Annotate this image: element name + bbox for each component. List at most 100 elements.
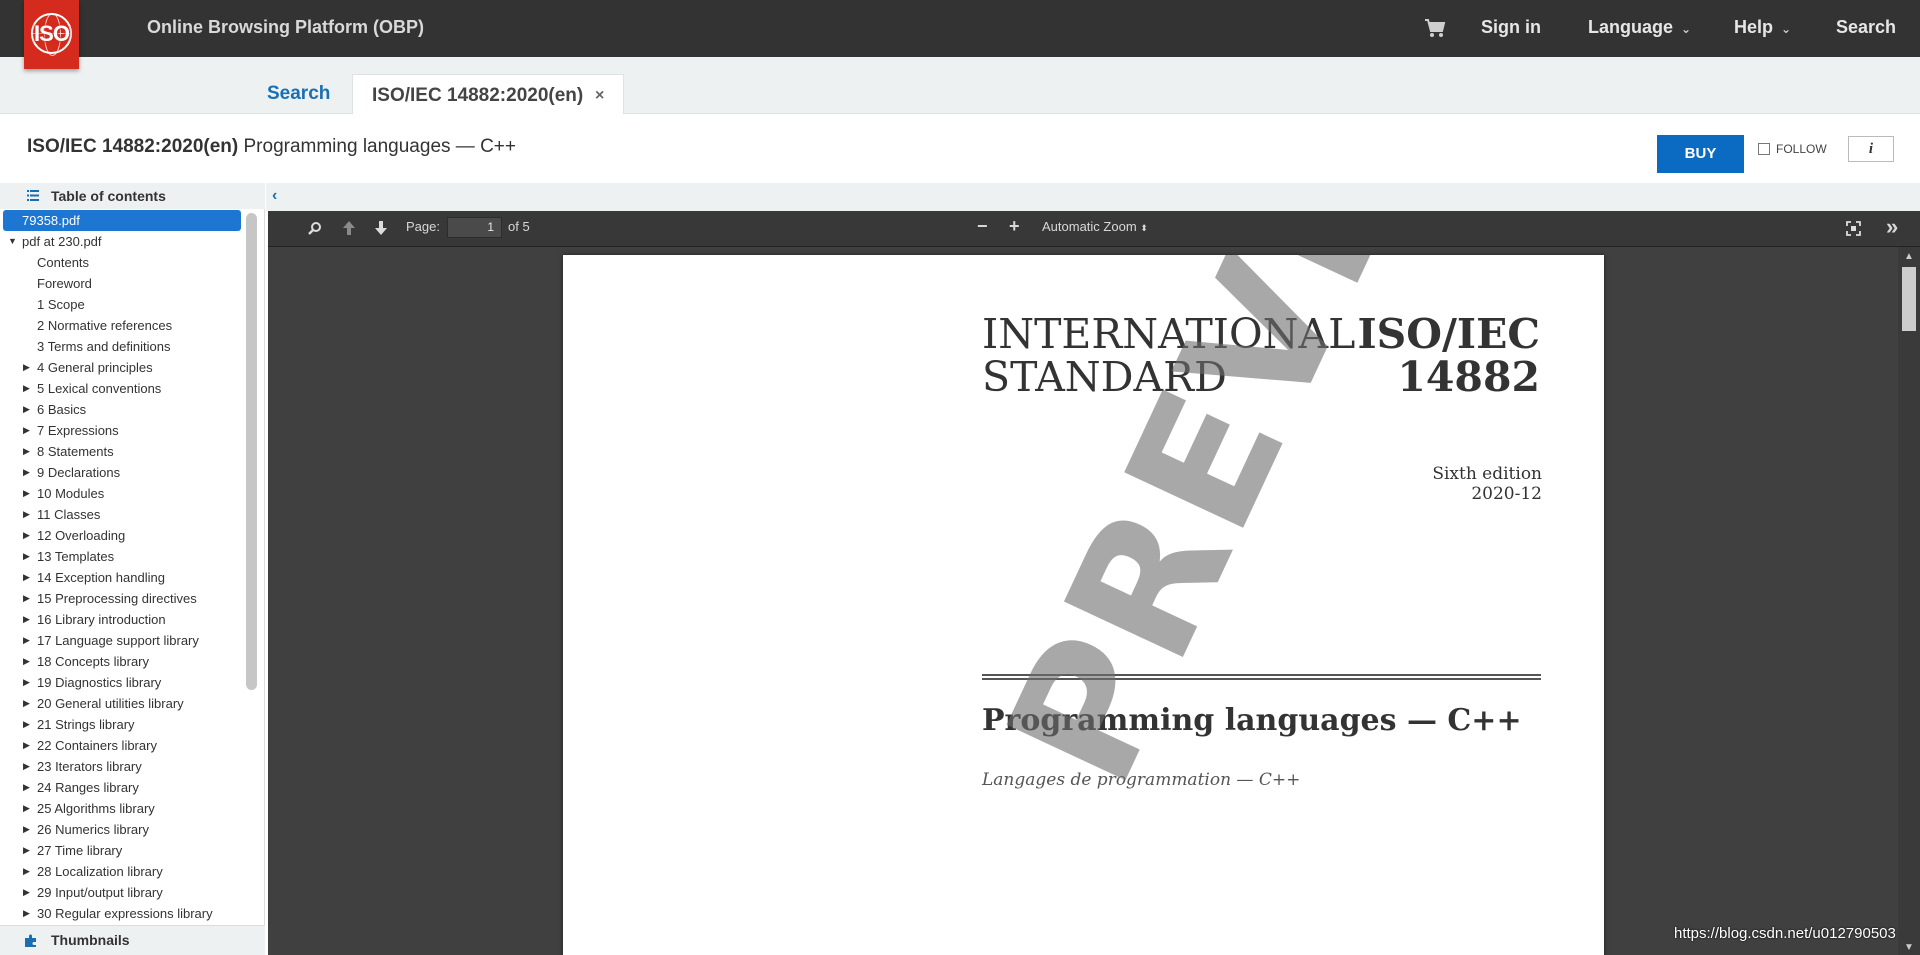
- toc-item[interactable]: ▶ 14 Exception handling: [0, 567, 245, 588]
- toc-item[interactable]: ▼ pdf at 230.pdf: [0, 231, 245, 252]
- thumbnails-panel-header[interactable]: Thumbnails: [0, 925, 265, 955]
- toc-item[interactable]: ▶ 12 Overloading: [0, 525, 245, 546]
- toc-item-label: 25 Algorithms library: [37, 801, 155, 816]
- caret-right-icon[interactable]: ▶: [23, 672, 30, 693]
- cart-icon[interactable]: [1424, 18, 1446, 38]
- toc-item[interactable]: ▶ 15 Preprocessing directives: [0, 588, 245, 609]
- toc-item[interactable]: ▶ 8 Statements: [0, 441, 245, 462]
- app-title[interactable]: Online Browsing Platform (OBP): [147, 17, 424, 38]
- iso-logo[interactable]: ISO: [24, 0, 79, 69]
- caret-right-icon[interactable]: ▶: [23, 420, 30, 441]
- toc-item[interactable]: 3 Terms and definitions: [0, 336, 245, 357]
- caret-right-icon[interactable]: ▶: [23, 483, 30, 504]
- caret-right-icon[interactable]: ▶: [23, 546, 30, 567]
- previous-page-icon[interactable]: [342, 220, 356, 236]
- tab-document[interactable]: ISO/IEC 14882:2020(en) ×: [352, 74, 624, 114]
- toc-item[interactable]: ▶ 18 Concepts library: [0, 651, 245, 672]
- caret-right-icon[interactable]: ▶: [23, 609, 30, 630]
- zoom-in-button[interactable]: +: [1009, 216, 1020, 237]
- toc-item[interactable]: ▶ 9 Declarations: [0, 462, 245, 483]
- search-icon[interactable]: [308, 221, 322, 235]
- toc-item[interactable]: ▶ 23 Iterators library: [0, 756, 245, 777]
- toc-item[interactable]: ▶ 28 Localization library: [0, 861, 245, 882]
- toc-item[interactable]: ▶ 13 Templates: [0, 546, 245, 567]
- caret-right-icon[interactable]: ▶: [23, 840, 30, 861]
- caret-right-icon[interactable]: ▶: [23, 756, 30, 777]
- caret-down-icon[interactable]: ▼: [8, 231, 17, 252]
- caret-right-icon[interactable]: ▶: [23, 441, 30, 462]
- caret-right-icon[interactable]: ▶: [23, 357, 30, 378]
- caret-right-icon[interactable]: ▶: [23, 882, 30, 903]
- toc-item[interactable]: ▶ 22 Containers library: [0, 735, 245, 756]
- toc-item[interactable]: ▶ 4 General principles: [0, 357, 245, 378]
- caret-right-icon[interactable]: ▶: [23, 903, 30, 924]
- buy-button[interactable]: BUY: [1657, 135, 1744, 173]
- scroll-up-icon[interactable]: ▲: [1904, 251, 1914, 262]
- caret-right-icon[interactable]: ▶: [23, 462, 30, 483]
- sign-in-link[interactable]: Sign in: [1481, 17, 1541, 38]
- caret-right-icon[interactable]: ▶: [23, 777, 30, 798]
- viewer-scrollbar[interactable]: ▲ ▼: [1898, 247, 1920, 955]
- caret-right-icon[interactable]: ▶: [23, 525, 30, 546]
- caret-right-icon[interactable]: ▶: [23, 651, 30, 672]
- toc-item[interactable]: ▶ 19 Diagnostics library: [0, 672, 245, 693]
- toc-item[interactable]: ▶ 29 Input/output library: [0, 882, 245, 903]
- caret-right-icon[interactable]: ▶: [23, 630, 30, 651]
- collapse-sidebar-button[interactable]: ‹: [266, 183, 290, 211]
- toc-item[interactable]: ▶ 11 Classes: [0, 504, 245, 525]
- toc-item[interactable]: ▶ 6 Basics: [0, 399, 245, 420]
- toc-item[interactable]: ▶ 30 Regular expressions library: [0, 903, 245, 924]
- follow-toggle[interactable]: FOLLOW: [1758, 142, 1827, 156]
- caret-right-icon[interactable]: ▶: [23, 399, 30, 420]
- toc-item[interactable]: ▶ 24 Ranges library: [0, 777, 245, 798]
- toc-item-label: 2 Normative references: [37, 318, 173, 333]
- tab-strip: Search ISO/IEC 14882:2020(en) ×: [0, 57, 1920, 114]
- caret-right-icon[interactable]: ▶: [23, 504, 30, 525]
- logo-text: ISO: [34, 21, 70, 46]
- toc-header[interactable]: Table of contents: [0, 183, 265, 209]
- sidebar-scrollbar[interactable]: [246, 213, 257, 690]
- caret-right-icon[interactable]: ▶: [23, 819, 30, 840]
- toc-item[interactable]: ▶ 16 Library introduction: [0, 609, 245, 630]
- toc-item[interactable]: Foreword: [0, 273, 245, 294]
- caret-right-icon[interactable]: ▶: [23, 567, 30, 588]
- toc-item[interactable]: 79358.pdf: [3, 210, 241, 231]
- caret-right-icon[interactable]: ▶: [23, 735, 30, 756]
- chevron-down-icon: ⌄: [1681, 22, 1692, 36]
- tools-menu-button[interactable]: »: [1886, 214, 1898, 240]
- zoom-out-button[interactable]: −: [977, 216, 988, 237]
- toc-item[interactable]: ▶ 20 General utilities library: [0, 693, 245, 714]
- toc-item[interactable]: 2 Normative references: [0, 315, 245, 336]
- caret-right-icon[interactable]: ▶: [23, 798, 30, 819]
- caret-right-icon[interactable]: ▶: [23, 588, 30, 609]
- caret-right-icon[interactable]: ▶: [23, 378, 30, 399]
- page-number-input[interactable]: 1: [447, 217, 502, 238]
- toc-item[interactable]: ▶ 10 Modules: [0, 483, 245, 504]
- toc-item[interactable]: ▶ 17 Language support library: [0, 630, 245, 651]
- caret-right-icon[interactable]: ▶: [23, 861, 30, 882]
- caret-right-icon[interactable]: ▶: [23, 693, 30, 714]
- toc-item[interactable]: ▶ 26 Numerics library: [0, 819, 245, 840]
- pdf-viewer[interactable]: INTERNATIONAL STANDARD ISO/IEC 14882 Six…: [268, 247, 1898, 955]
- toc-item[interactable]: 1 Scope: [0, 294, 245, 315]
- fullscreen-icon[interactable]: [1846, 221, 1861, 236]
- info-button[interactable]: i: [1848, 136, 1894, 162]
- scroll-down-icon[interactable]: ▼: [1904, 942, 1914, 953]
- toc-item[interactable]: ▶ 5 Lexical conventions: [0, 378, 245, 399]
- tab-search[interactable]: Search: [267, 83, 330, 105]
- follow-checkbox[interactable]: [1758, 143, 1770, 155]
- caret-right-icon[interactable]: ▶: [23, 714, 30, 735]
- toc-item[interactable]: ▶ 7 Expressions: [0, 420, 245, 441]
- close-tab-icon[interactable]: ×: [595, 87, 604, 105]
- next-page-icon[interactable]: [374, 220, 388, 236]
- thumbnails-label: Thumbnails: [51, 932, 130, 948]
- toc-item[interactable]: ▶ 25 Algorithms library: [0, 798, 245, 819]
- language-menu[interactable]: Language ⌄: [1588, 17, 1691, 38]
- viewer-scroll-thumb[interactable]: [1902, 267, 1916, 331]
- toc-item[interactable]: ▶ 27 Time library: [0, 840, 245, 861]
- zoom-select[interactable]: Automatic Zoom ⬍: [1042, 219, 1148, 234]
- toc-item[interactable]: Contents: [0, 252, 245, 273]
- toc-item[interactable]: ▶ 21 Strings library: [0, 714, 245, 735]
- help-menu[interactable]: Help ⌄: [1734, 17, 1791, 38]
- search-link[interactable]: Search: [1836, 17, 1896, 38]
